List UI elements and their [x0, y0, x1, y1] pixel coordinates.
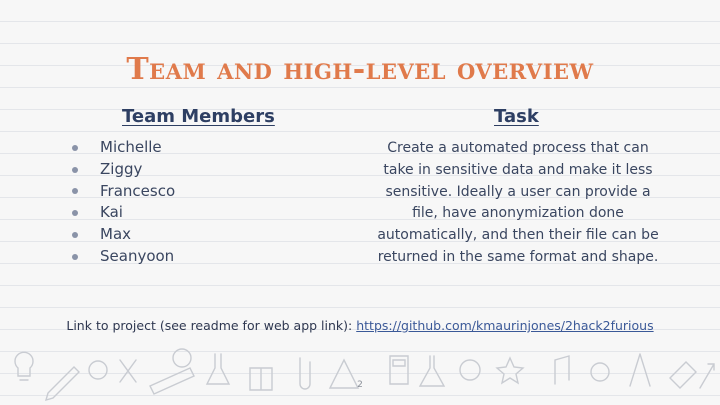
- bullet-icon: [72, 144, 78, 151]
- calculator-doodle-icon: [389, 355, 409, 385]
- member-name: Francesco: [100, 181, 176, 200]
- list-item: Michelle: [70, 137, 175, 159]
- arrow-doodle-icon: [699, 363, 715, 389]
- list-item: Ziggy: [70, 159, 175, 181]
- ruler-doodle-icon: [149, 367, 195, 395]
- page-number: 2: [357, 380, 363, 390]
- bullet-icon: [72, 166, 78, 173]
- book-doodle-icon: [249, 367, 273, 391]
- member-name: Ziggy: [100, 159, 143, 178]
- project-link[interactable]: https://github.com/kmaurinjones/2hack2fu…: [356, 318, 653, 333]
- clock-doodle-icon: [459, 359, 481, 381]
- member-name: Seanyoon: [100, 246, 175, 265]
- paperclip-doodle-icon: [299, 357, 311, 390]
- lightbulb-doodle-icon: [14, 351, 34, 381]
- eraser-doodle-icon: [669, 361, 697, 389]
- bullet-icon: [72, 188, 78, 195]
- scissors-doodle-icon: [119, 359, 137, 383]
- task-description: Create a automated process that can take…: [377, 140, 659, 265]
- team-members-list: Michelle Ziggy Francesco Kai Max Seanyoo…: [70, 137, 175, 268]
- beaker-doodle-icon: [205, 353, 231, 385]
- compass-doodle-icon: [629, 353, 651, 387]
- note-doodle-icon: [554, 355, 570, 385]
- star-doodle-icon: [495, 356, 525, 385]
- school-doodles-decoration: [14, 348, 715, 402]
- member-name: Michelle: [100, 138, 162, 156]
- pencil-doodle-icon: [44, 366, 80, 402]
- team-members-heading: Team Members: [122, 106, 275, 127]
- project-link-label: Link to project (see readme for web app …: [66, 318, 357, 333]
- slide-title: Team and high-level overview: [126, 52, 594, 87]
- member-name: Kai: [100, 203, 123, 222]
- list-item: Kai: [70, 202, 175, 224]
- project-link-line: Link to project (see readme for web app …: [0, 318, 720, 333]
- apple-doodle-icon: [590, 362, 610, 382]
- slide: Team and high-level overview Team Member…: [0, 0, 720, 405]
- bullet-icon: [72, 210, 78, 217]
- bullet-icon: [72, 253, 78, 260]
- task-heading: Task: [494, 106, 539, 127]
- list-item: Francesco: [70, 181, 175, 203]
- bullet-icon: [72, 232, 78, 239]
- globe-doodle-icon: [172, 348, 192, 368]
- flask-doodle-icon: [418, 355, 446, 387]
- list-item: Seanyoon: [70, 246, 175, 268]
- ball-doodle-icon: [88, 360, 108, 380]
- list-item: Max: [70, 224, 175, 246]
- member-name: Max: [100, 225, 132, 244]
